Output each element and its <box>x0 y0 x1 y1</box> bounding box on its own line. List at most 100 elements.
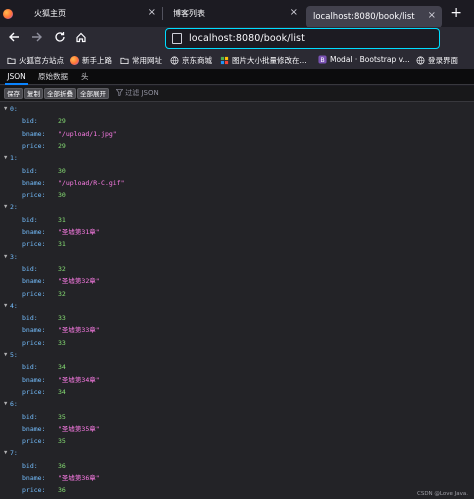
json-property-row[interactable]: bname: "圣墟第33章" <box>0 325 474 335</box>
tab-title: 火狐主页 <box>34 9 66 18</box>
save-button[interactable]: 保存 <box>4 88 23 99</box>
bookmark-item[interactable]: 新手上路 <box>70 55 112 66</box>
json-array-item[interactable]: ▼ 4: <box>0 301 474 311</box>
expand-all-button[interactable]: 全部展开 <box>77 88 109 99</box>
json-property-row[interactable]: bid: 36 <box>0 461 474 471</box>
collapse-all-button[interactable]: 全部折叠 <box>44 88 76 99</box>
firefox-icon <box>3 8 13 19</box>
close-icon[interactable]: × <box>290 8 298 18</box>
expand-toggle-icon[interactable]: ▼ <box>4 202 7 212</box>
globe-icon <box>170 56 179 65</box>
number-value: 31 <box>58 240 66 249</box>
bookmark-label: 登录界面 <box>428 56 458 65</box>
json-array-item[interactable]: ▼ 6: <box>0 399 474 409</box>
tab-firefox-home[interactable]: 火狐主页 × <box>16 0 162 27</box>
bookmark-item[interactable]: 图片大小批量修改在... <box>220 55 307 66</box>
bookmark-item[interactable]: 火狐官方站点 <box>7 55 64 66</box>
copy-button[interactable]: 复制 <box>24 88 43 99</box>
number-value: 36 <box>58 486 66 495</box>
json-array-item[interactable]: ▼ 3: <box>0 252 474 262</box>
json-array-item[interactable]: ▼ 5: <box>0 350 474 360</box>
json-property-row[interactable]: bname: "圣墟第35章" <box>0 424 474 434</box>
forward-arrow-icon[interactable] <box>28 30 46 48</box>
property-key: bname: <box>22 326 46 335</box>
json-property-row[interactable]: bname: "圣墟第34章" <box>0 375 474 385</box>
json-property-row[interactable]: bname: "/upload/R-C.gif" <box>0 178 474 188</box>
json-property-row[interactable]: price: 35 <box>0 436 474 446</box>
expand-toggle-icon[interactable]: ▼ <box>4 399 7 409</box>
json-property-row[interactable]: bid: 34 <box>0 362 474 372</box>
expand-toggle-icon[interactable]: ▼ <box>4 350 7 360</box>
property-key: price: <box>22 437 46 446</box>
string-value: "/upload/R-C.gif" <box>58 178 125 187</box>
number-value: 32 <box>58 264 66 273</box>
expand-toggle-icon[interactable]: ▼ <box>4 153 7 163</box>
expand-toggle-icon[interactable]: ▼ <box>4 448 7 458</box>
filter-json-input[interactable]: 过滤 JSON <box>115 88 159 99</box>
json-property-row[interactable]: bname: "圣墟第31章" <box>0 227 474 237</box>
url-bar[interactable]: localhost:8080/book/list <box>165 28 440 49</box>
bookmark-label: Modal · Bootstrap v... <box>330 55 410 64</box>
number-value: 33 <box>58 338 66 347</box>
filter-placeholder: 过滤 JSON <box>125 89 159 97</box>
firefox-icon <box>70 56 79 65</box>
tab-strip: 火狐主页 × 博客列表 × localhost:8080/book/list ×… <box>0 0 474 28</box>
tab-title: 博客列表 <box>173 9 205 18</box>
json-property-row[interactable]: price: 36 <box>0 485 474 495</box>
home-icon[interactable] <box>72 30 90 48</box>
tab-json[interactable]: JSON <box>5 70 28 85</box>
json-property-row[interactable]: price: 29 <box>0 141 474 151</box>
tab-title: localhost:8080/book/list <box>313 12 415 22</box>
tab-book-list[interactable]: localhost:8080/book/list × <box>306 6 442 28</box>
number-value: 33 <box>58 314 66 323</box>
expand-toggle-icon[interactable]: ▼ <box>4 104 7 114</box>
json-property-row[interactable]: price: 34 <box>0 387 474 397</box>
number-value: 34 <box>58 387 66 396</box>
new-tab-button[interactable]: + <box>450 5 462 21</box>
json-property-row[interactable]: bid: 33 <box>0 313 474 323</box>
json-tree: ▼ 0: bid: 29 bname: "/upload/1.jpg" price: 29 ▼ 1… <box>0 102 474 499</box>
json-property-row[interactable]: bid: 29 <box>0 116 474 126</box>
json-array-item[interactable]: ▼ 2: <box>0 202 474 212</box>
json-property-row[interactable]: bname: "/upload/1.jpg" <box>0 129 474 139</box>
bookmark-item[interactable]: 登录界面 <box>416 55 458 66</box>
json-property-row[interactable]: price: 31 <box>0 239 474 249</box>
bookmark-item[interactable]: 京东商城 <box>170 55 212 66</box>
expand-toggle-icon[interactable]: ▼ <box>4 252 7 262</box>
json-property-row[interactable]: price: 32 <box>0 289 474 299</box>
navigation-bar: localhost:8080/book/list <box>0 27 474 51</box>
bookmark-item[interactable]: B Modal · Bootstrap v... <box>318 55 410 64</box>
json-property-row[interactable]: price: 33 <box>0 338 474 348</box>
expand-toggle-icon[interactable]: ▼ <box>4 301 7 311</box>
reload-icon[interactable] <box>51 30 69 48</box>
bookmark-label: 新手上路 <box>82 56 112 65</box>
tab-raw-data[interactable]: 原始数据 <box>38 70 68 85</box>
number-value: 30 <box>58 166 66 175</box>
property-key: bid: <box>22 117 38 126</box>
property-key: bid: <box>22 166 38 175</box>
json-array-item[interactable]: ▼ 0: <box>0 104 474 114</box>
url-text[interactable]: localhost:8080/book/list <box>189 33 305 44</box>
json-property-row[interactable]: bname: "圣墟第32章" <box>0 276 474 286</box>
bookmarks-toolbar: 火狐官方站点 新手上路 常用网址 京东商城 图片大小批量修改在... B Mod… <box>0 51 474 70</box>
tab-blog-list[interactable]: 博客列表 × <box>163 0 304 27</box>
number-value: 32 <box>58 289 66 298</box>
json-property-row[interactable]: bid: 32 <box>0 264 474 274</box>
json-property-row[interactable]: bid: 31 <box>0 215 474 225</box>
globe-icon <box>416 56 425 65</box>
number-value: 35 <box>58 412 66 421</box>
json-property-row[interactable]: bid: 30 <box>0 166 474 176</box>
bookmark-item[interactable]: 常用网址 <box>120 55 162 66</box>
back-arrow-icon[interactable] <box>5 30 23 48</box>
close-icon[interactable]: × <box>428 11 436 21</box>
json-property-row[interactable]: price: 30 <box>0 190 474 200</box>
json-array-item[interactable]: ▼ 1: <box>0 153 474 163</box>
tab-headers[interactable]: 头 <box>81 70 89 85</box>
property-key: price: <box>22 486 46 495</box>
json-property-row[interactable]: bid: 35 <box>0 412 474 422</box>
json-property-row[interactable]: bname: "圣墟第36章" <box>0 473 474 483</box>
tab-list-button[interactable] <box>0 0 16 27</box>
array-index: 4: <box>10 301 18 310</box>
close-icon[interactable]: × <box>148 8 156 18</box>
json-array-item[interactable]: ▼ 7: <box>0 448 474 458</box>
